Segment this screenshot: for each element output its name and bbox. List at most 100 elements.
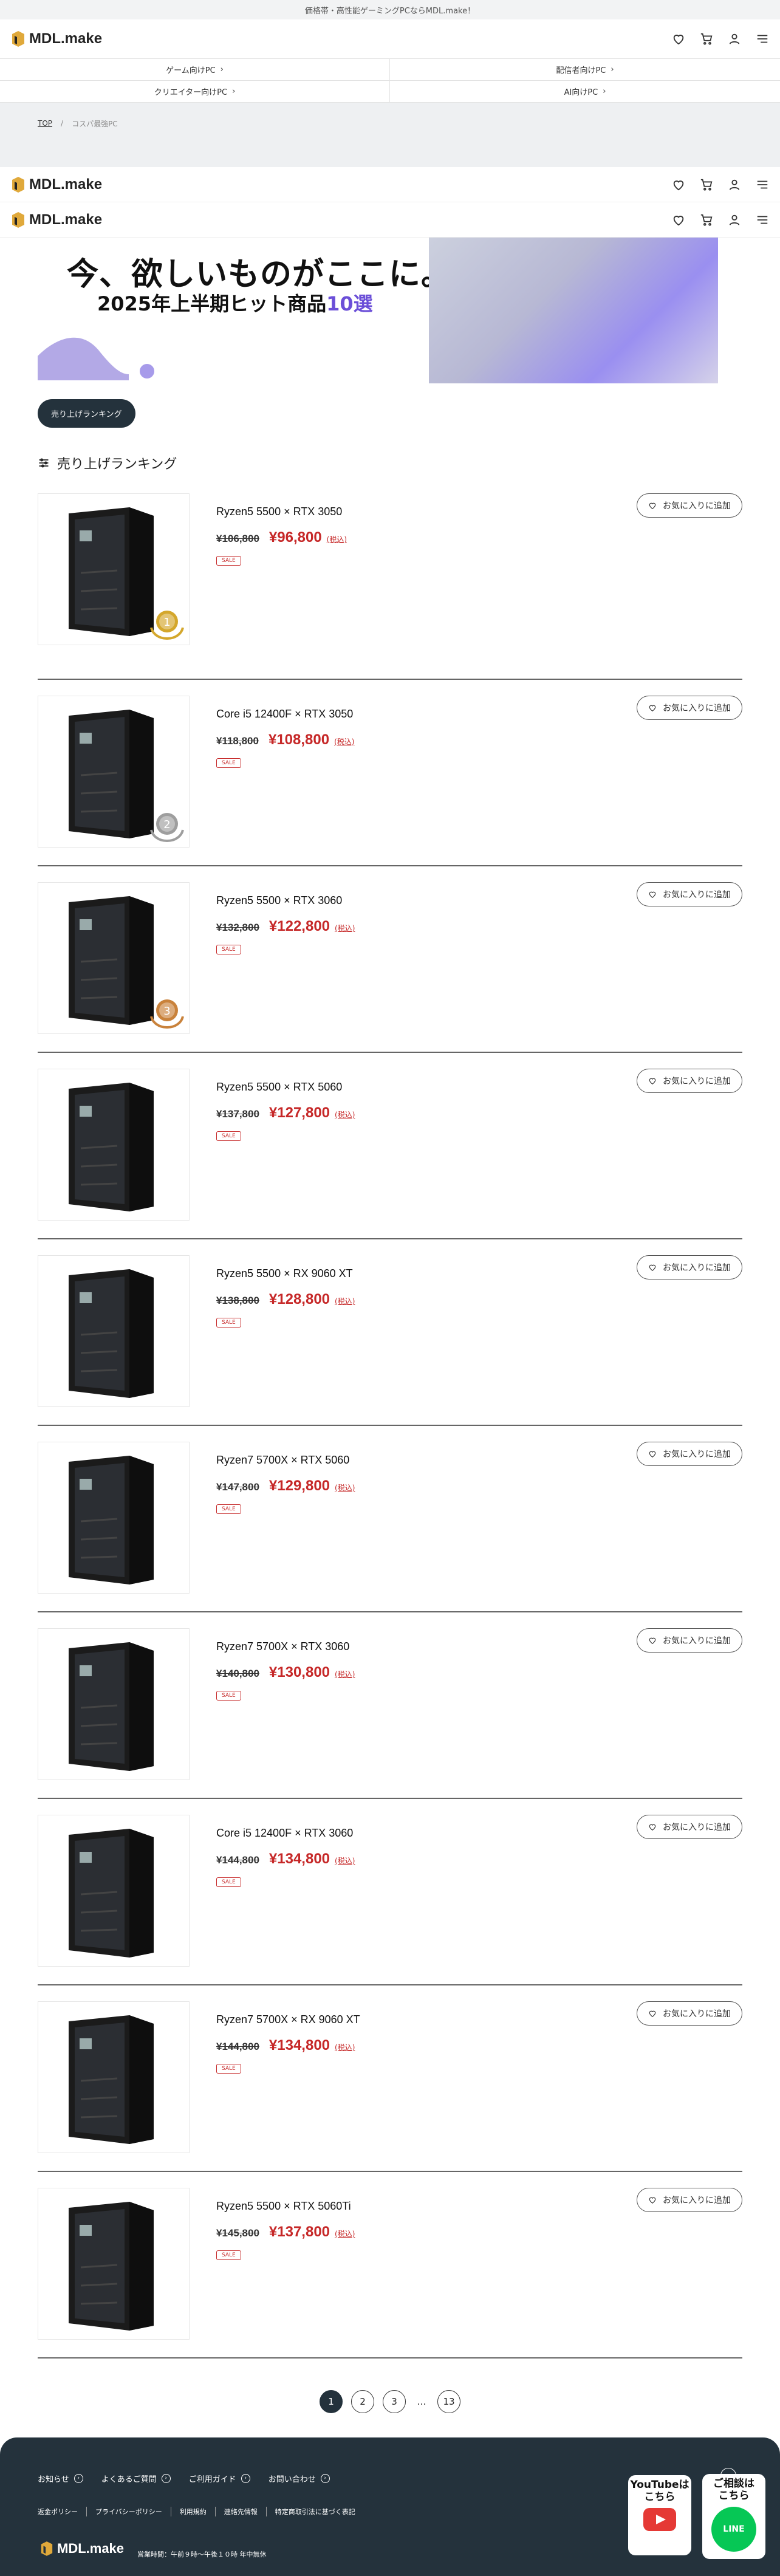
site-logo[interactable]: MDL.make — [11, 211, 102, 228]
footer-sublinks: 返金ポリシー プライバシーポリシー 利用規約 連絡先情報 特定商取引法に基づく表記 — [38, 2507, 364, 2516]
product-card[interactable]: 3 Ryzen5 5500 × RTX 3060 ¥132,800 ¥122,8… — [38, 866, 742, 1053]
product-name[interactable]: Ryzen5 5500 × RTX 5060Ti — [216, 2200, 355, 2213]
site-logo[interactable]: MDL.make — [11, 30, 102, 47]
cart-icon[interactable] — [700, 213, 713, 227]
footer-link[interactable]: ご利用ガイド › — [189, 2473, 250, 2484]
footer-link[interactable]: よくあるご質問 › — [101, 2473, 171, 2484]
filter-icon[interactable] — [38, 457, 50, 469]
product-name[interactable]: Core i5 12400F × RTX 3060 — [216, 1827, 355, 1840]
product-card[interactable]: Ryzen7 5700X × RTX 3060 ¥140,800 ¥130,80… — [38, 1612, 742, 1799]
menu-icon[interactable] — [756, 32, 769, 46]
add-to-favorites-button[interactable]: お気に入りに追加 — [637, 1069, 742, 1093]
page-button[interactable]: 2 — [351, 2390, 374, 2413]
add-to-favorites-button[interactable]: お気に入りに追加 — [637, 882, 742, 906]
footer-sublink[interactable]: 利用規約 — [171, 2507, 216, 2516]
user-icon[interactable] — [728, 213, 741, 227]
product-name[interactable]: Ryzen7 5700X × RX 9060 XT — [216, 2013, 360, 2026]
chevron-right-icon: › — [603, 87, 606, 96]
product-card[interactable]: Ryzen5 5500 × RTX 5060 ¥137,800 ¥127,800… — [38, 1053, 742, 1239]
footer-sublink[interactable]: プライバシーポリシー — [87, 2507, 171, 2516]
youtube-banner[interactable]: YouTubeは こちら — [628, 2475, 691, 2555]
tax-note: (税込) — [335, 2043, 355, 2052]
catnav-game[interactable]: ゲーム向けPC › — [0, 59, 390, 81]
product-card[interactable]: Ryzen7 5700X × RTX 5060 ¥147,800 ¥129,80… — [38, 1426, 742, 1612]
product-image[interactable] — [38, 1628, 190, 1780]
footer-link-label: ご利用ガイド — [188, 2475, 236, 2484]
product-name[interactable]: Ryzen7 5700X × RTX 5060 — [216, 1454, 355, 1467]
product-image[interactable] — [38, 1815, 190, 1967]
line-banner[interactable]: ご相談は こちら LINE — [702, 2474, 765, 2559]
product-card[interactable]: Ryzen5 5500 × RTX 5060Ti ¥145,800 ¥137,8… — [38, 2172, 742, 2358]
pc-tower-image — [69, 1829, 154, 1958]
footer-sublink[interactable]: 特定商取引法に基づく表記 — [267, 2507, 364, 2516]
favorites-label: お気に入りに追加 — [663, 501, 731, 511]
sale-price: ¥122,800 — [269, 918, 330, 934]
hero-pc-image — [429, 238, 718, 383]
catnav-label: 配信者向けPC — [556, 66, 606, 75]
page-button[interactable]: 13 — [437, 2390, 460, 2413]
add-to-favorites-button[interactable]: お気に入りに追加 — [637, 1628, 742, 1653]
product-name[interactable]: Ryzen5 5500 × RTX 3050 — [216, 505, 347, 518]
product-card[interactable]: Ryzen5 5500 × RX 9060 XT ¥138,800 ¥128,8… — [38, 1239, 742, 1426]
page-button[interactable]: 3 — [383, 2390, 406, 2413]
footer-logo[interactable]: MDL.make — [40, 2541, 124, 2557]
product-card[interactable]: 1 Ryzen5 5500 × RTX 3050 ¥106,800 ¥96,80… — [38, 493, 742, 680]
heart-icon[interactable] — [672, 32, 685, 46]
sale-badge: SALE — [216, 1691, 241, 1701]
breadcrumb-top[interactable]: TOP — [38, 119, 52, 128]
product-name[interactable]: Core i5 12400F × RTX 3050 — [216, 708, 354, 721]
product-name[interactable]: Ryzen5 5500 × RX 9060 XT — [216, 1267, 355, 1280]
heart-icon — [649, 1078, 656, 1084]
add-to-favorites-button[interactable]: お気に入りに追加 — [637, 1255, 742, 1279]
heart-icon[interactable] — [672, 178, 685, 191]
menu-icon[interactable] — [756, 178, 769, 191]
user-icon[interactable] — [728, 178, 741, 191]
footer-link[interactable]: お問い合わせ › — [269, 2473, 330, 2484]
add-to-favorites-button[interactable]: お気に入りに追加 — [637, 1442, 742, 1466]
sale-badge: SALE — [216, 758, 241, 768]
user-icon[interactable] — [728, 32, 741, 46]
logo-mark-icon — [12, 211, 24, 228]
footer-link[interactable]: お知らせ › — [38, 2473, 83, 2484]
product-name[interactable]: Ryzen5 5500 × RTX 5060 — [216, 1081, 355, 1094]
product-image[interactable] — [38, 2188, 190, 2340]
add-to-favorites-button[interactable]: お気に入りに追加 — [637, 1815, 742, 1839]
product-name[interactable]: Ryzen5 5500 × RTX 3060 — [216, 894, 355, 907]
catnav-creator[interactable]: クリエイター向けPC › — [0, 81, 390, 103]
sale-price: ¥127,800 — [269, 1105, 330, 1121]
product-image[interactable]: 3 — [38, 882, 190, 1034]
product-image[interactable]: 1 — [38, 493, 190, 645]
product-card[interactable]: Ryzen7 5700X × RX 9060 XT ¥144,800 ¥134,… — [38, 1985, 742, 2172]
product-image[interactable] — [38, 1069, 190, 1221]
cart-icon[interactable] — [700, 178, 713, 191]
add-to-favorites-button[interactable]: お気に入りに追加 — [637, 2188, 742, 2212]
product-image[interactable] — [38, 2001, 190, 2153]
sale-price: ¥134,800 — [269, 2037, 330, 2054]
sale-badge: SALE — [216, 1131, 241, 1141]
catnav-streamer[interactable]: 配信者向けPC › — [390, 59, 780, 81]
add-to-favorites-button[interactable]: お気に入りに追加 — [637, 696, 742, 720]
pc-tower-image — [69, 896, 154, 1025]
rank-medal-icon: 1 — [150, 611, 184, 640]
rank-medal-icon: 2 — [150, 813, 184, 843]
product-card[interactable]: Core i5 12400F × RTX 3060 ¥144,800 ¥134,… — [38, 1799, 742, 1985]
cart-icon[interactable] — [700, 32, 713, 46]
footer-sublink[interactable]: 連絡先情報 — [216, 2507, 267, 2516]
product-image[interactable]: 2 — [38, 696, 190, 848]
heart-icon[interactable] — [672, 213, 685, 227]
ranking-button[interactable]: 売り上げランキング — [38, 399, 135, 428]
menu-icon[interactable] — [756, 213, 769, 227]
product-image[interactable] — [38, 1442, 190, 1594]
add-to-favorites-button[interactable]: お気に入りに追加 — [637, 493, 742, 518]
footer-links: お知らせ › よくあるご質問 › ご利用ガイド › お問い合わせ › — [38, 2473, 330, 2484]
product-image[interactable] — [38, 1255, 190, 1407]
page-button[interactable]: 1 — [320, 2390, 343, 2413]
product-name[interactable]: Ryzen7 5700X × RTX 3060 — [216, 1640, 355, 1653]
footer-sublink[interactable]: 返金ポリシー — [38, 2507, 87, 2516]
add-to-favorites-button[interactable]: お気に入りに追加 — [637, 2001, 742, 2026]
logo-text: MDL.make — [29, 176, 103, 193]
site-logo[interactable]: MDL.make — [11, 176, 102, 193]
rank-medal-icon: 3 — [150, 999, 184, 1029]
catnav-ai[interactable]: AI向けPC › — [390, 81, 780, 103]
product-card[interactable]: 2 Core i5 12400F × RTX 3050 ¥118,800 ¥10… — [38, 680, 742, 866]
